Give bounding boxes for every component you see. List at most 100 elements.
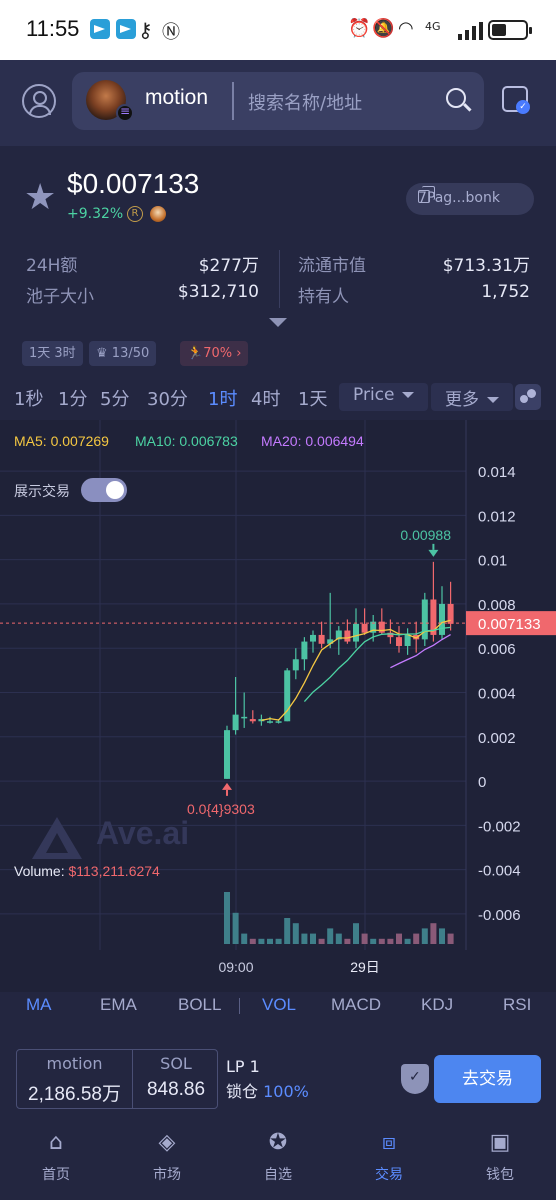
pool-value: $312,710 (177, 282, 259, 302)
volume-bar (439, 928, 445, 944)
indicator-tab-ma[interactable]: MA (26, 995, 52, 1015)
volume-value: $113,211.6274 (68, 863, 160, 879)
volume-bar (267, 938, 273, 944)
search-input[interactable]: 搜索名称/地址 (248, 89, 362, 115)
lp-label: LP 1 (226, 1057, 260, 1076)
volume-bar (421, 928, 428, 944)
timeframe-2[interactable]: 5分 (100, 385, 129, 411)
lock-label-text: 锁仓 (226, 1082, 264, 1101)
copy-icon[interactable] (418, 186, 435, 203)
candlestick-chart[interactable]: 0.0140.0120.010.0080.0060.0040.0020-0.00… (0, 420, 556, 992)
timeframe-1[interactable]: 1分 (58, 385, 87, 411)
chevron-right-icon: › (232, 346, 242, 361)
pool-label: 池子大小 (26, 287, 94, 307)
pair-info-box: motion 2,186.58万 SOL 848.86 (16, 1049, 218, 1109)
nav-item-1[interactable]: ◈ 市场 (132, 1130, 202, 1184)
indicator-tab-ema[interactable]: EMA (100, 995, 137, 1015)
solana-chain-icon (116, 104, 134, 122)
expand-arrow-icon[interactable] (269, 318, 287, 327)
volume-bar (327, 928, 334, 944)
nav-item-2[interactable]: ✪ 自选 (243, 1130, 313, 1184)
layers-icon: ◈ (158, 1130, 176, 1155)
y-tick-label: 0.01 (478, 553, 507, 570)
rate-tag[interactable]: 🏃70% › (180, 341, 249, 366)
timeframe-4[interactable]: 1时 (208, 385, 237, 411)
trade-icon: ⧈ (382, 1130, 396, 1155)
top-header: motion 搜索名称/地址 (0, 60, 556, 146)
ma20-legend: MA20: 0.006494 (261, 433, 364, 449)
high-label: 0.00988 (400, 527, 451, 543)
nav-label: 钱包 (486, 1167, 514, 1183)
volume-label-text: Volume: (14, 863, 69, 879)
current-price-label: 0.007133 (478, 616, 541, 633)
volume-bar (413, 933, 420, 944)
nav-label: 交易 (375, 1167, 403, 1183)
age-tag: 1天 3时 (22, 341, 83, 366)
token-name: motion (145, 86, 209, 109)
y-tick-label: 0.002 (478, 730, 516, 747)
ma10-line (303, 626, 451, 703)
indicator-divider (239, 998, 240, 1014)
shield-icon[interactable] (401, 1064, 429, 1094)
nav-item-3[interactable]: ⧈ 交易 (354, 1130, 424, 1184)
volume-bar (249, 938, 256, 944)
volume-bar (370, 938, 377, 944)
nav-item-4[interactable]: ▣ 钱包 (465, 1130, 535, 1184)
indicator-tab-kdj[interactable]: KDJ (421, 995, 453, 1015)
indicator-tab-macd[interactable]: MACD (331, 995, 381, 1015)
rate-value: 70% (203, 346, 233, 361)
profile-icon[interactable] (22, 84, 56, 118)
volume-bar (387, 938, 394, 944)
search-bar[interactable]: motion 搜索名称/地址 (72, 72, 484, 130)
chevron-down-icon (487, 397, 499, 403)
candle-body (353, 623, 359, 642)
watermark: Ave.ai (96, 815, 190, 851)
favorite-star-icon[interactable]: ★ (24, 178, 56, 218)
y-tick-label: 0 (478, 774, 486, 791)
wallet-connect-icon[interactable] (502, 86, 530, 114)
price-change: +9.32% (67, 206, 124, 222)
contract-address-chip[interactable]: 7Pag...bonk (406, 183, 534, 215)
indicator-tab-rsi[interactable]: RSI (503, 995, 531, 1015)
nav-label: 首页 (42, 1167, 70, 1183)
more-dropdown[interactable]: 更多 (431, 383, 513, 411)
pair-base-label: SOL (160, 1054, 192, 1073)
volume-bar (404, 938, 411, 944)
timeframe-5[interactable]: 4时 (251, 385, 280, 411)
volume-bar (396, 933, 402, 944)
x-tick-label: 09:00 (218, 959, 253, 975)
mute-icon: 🔕 (372, 18, 395, 39)
indicator-tab-vol[interactable]: VOL (262, 995, 296, 1015)
search-divider (232, 82, 234, 120)
token-price: $0.007133 (67, 168, 200, 199)
more-dropdown-label: 更多 (445, 390, 479, 410)
volume-bar (361, 933, 368, 944)
timeframe-6[interactable]: 1天 (298, 385, 327, 411)
indicator-tab-boll[interactable]: BOLL (178, 995, 221, 1015)
chart-settings-icon[interactable] (515, 384, 541, 410)
timeframe-3[interactable]: 30分 (147, 385, 188, 411)
pair-token-amount: 2,186.58万 (28, 1084, 121, 1105)
mcap-label: 流通市值 (298, 256, 366, 276)
rank-tag[interactable]: ♛ 13/50 (89, 341, 157, 366)
volume-bar (241, 933, 248, 944)
candle-body (404, 634, 411, 646)
show-trades-label: 展示交易 (14, 484, 70, 500)
nfc-icon: Ⓝ (162, 22, 180, 43)
candle-body (224, 730, 230, 779)
key-icon: ⚷ (138, 18, 153, 42)
holders-label: 持有人 (298, 287, 349, 307)
volume-bar (301, 933, 308, 944)
search-icon[interactable] (446, 88, 466, 108)
candle-body (267, 721, 273, 723)
y-tick-label: 0.014 (478, 464, 516, 481)
nav-item-0[interactable]: ⌂ 首页 (21, 1130, 91, 1184)
show-trades-toggle[interactable] (81, 478, 127, 502)
raydium-icon: R (127, 206, 143, 222)
low-label: 0.0{4}9303 (187, 801, 255, 817)
go-trade-button[interactable]: 去交易 (434, 1055, 541, 1103)
timeframe-0[interactable]: 1秒 (14, 385, 43, 411)
low-arrow-icon (222, 782, 232, 790)
price-dropdown[interactable]: Price (339, 383, 429, 411)
price-dropdown-label: Price (353, 385, 395, 405)
